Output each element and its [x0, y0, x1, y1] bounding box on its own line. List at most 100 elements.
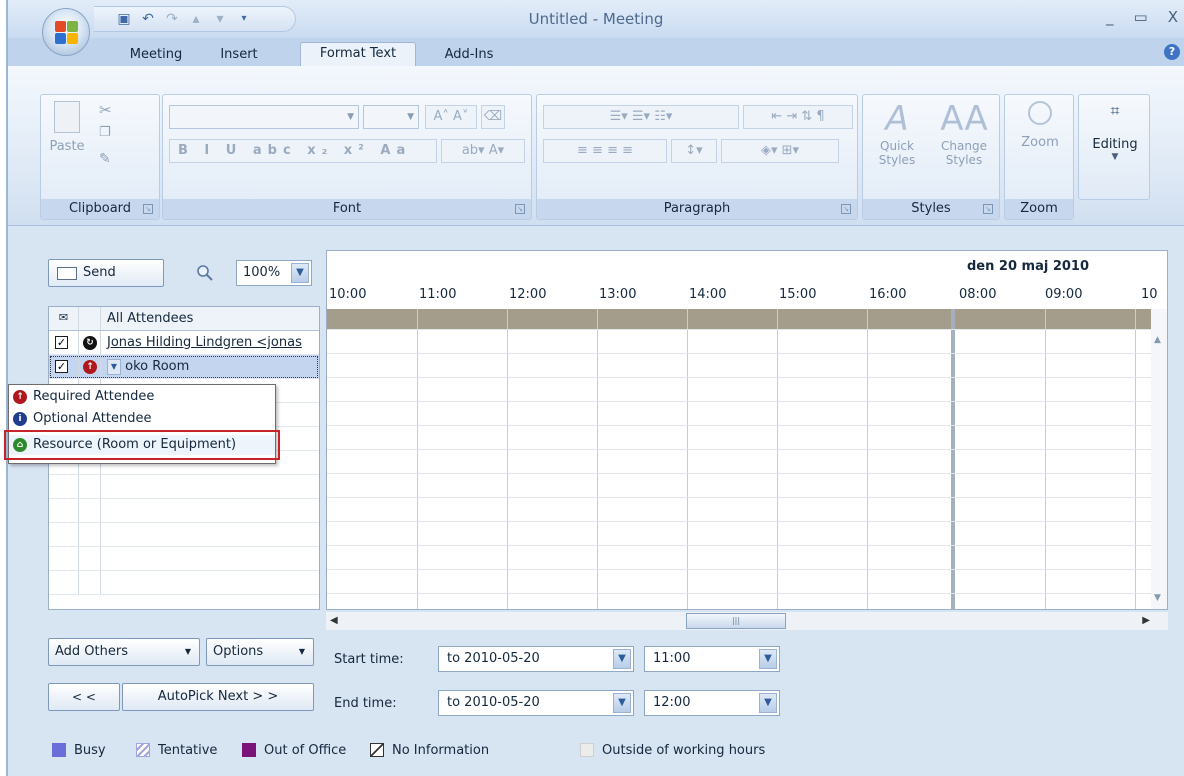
mail-column-icon[interactable]: ✉ — [49, 307, 79, 330]
copy-icon[interactable]: ❐ — [99, 125, 111, 140]
end-time-select[interactable]: 12:00 ▼ — [644, 690, 780, 716]
paste-button[interactable]: Paste — [47, 101, 87, 173]
clipboard-group: Paste ✂ ❐ ✎ Clipboard ↘ — [40, 94, 160, 220]
tab-format-text[interactable]: Format Text — [300, 42, 416, 67]
attendee-row[interactable]: ✓ ↻ Jonas Hilding Lindgren <jonas — [49, 331, 319, 355]
vertical-scrollbar[interactable]: ▲ ▼ — [1151, 309, 1167, 609]
attendee-row-empty[interactable] — [49, 547, 319, 571]
start-time-select[interactable]: 11:00 ▼ — [644, 646, 780, 672]
minimize-button[interactable]: _ — [1106, 8, 1114, 26]
day-separator — [951, 309, 955, 609]
list-icons[interactable]: ☰▾ ☰▾ ☷▾ — [543, 105, 739, 129]
scroll-thumb[interactable]: ||| — [686, 613, 786, 629]
grid-row-line — [327, 569, 1153, 570]
legend-busy-label: Busy — [74, 742, 106, 758]
end-date-select[interactable]: to 2010-05-20 ▼ — [438, 690, 634, 716]
start-date-select[interactable]: to 2010-05-20 ▼ — [438, 646, 634, 672]
chevron-down-icon[interactable]: ▼ — [759, 649, 777, 669]
attendee-type-dropdown-icon[interactable]: ▼ — [107, 358, 121, 375]
dialog-launcher-icon[interactable]: ↘ — [515, 204, 525, 214]
autopick-previous-button[interactable]: < < — [48, 683, 120, 711]
zoom-group-label: Zoom — [1005, 199, 1073, 219]
help-icon[interactable]: ? — [1164, 44, 1180, 60]
zoom-value: 100% — [243, 265, 281, 280]
font-size-combo[interactable]: ▼ — [363, 105, 419, 129]
attendee-type-cell — [79, 571, 101, 594]
grow-shrink-font-icon[interactable]: A˄ A˅ — [425, 105, 477, 129]
menu-item-optional-attendee[interactable]: i Optional Attendee — [9, 409, 275, 429]
close-button[interactable]: X — [1168, 8, 1178, 26]
quick-styles-button[interactable]: A Quick Styles — [865, 99, 929, 167]
alignment-icons[interactable]: ≡ ≡ ≡ ≡ — [543, 139, 667, 163]
zoom-label: Zoom — [1020, 201, 1058, 216]
cut-icon[interactable]: ✂ — [99, 101, 112, 119]
attendee-row-empty[interactable] — [49, 523, 319, 547]
outside-hours-swatch — [580, 743, 594, 757]
indent-sort-icons[interactable]: ⇤ ⇥ ⇅ ¶ — [743, 105, 853, 129]
options-button[interactable]: Options ▼ — [206, 638, 314, 666]
send-button[interactable]: Send — [48, 259, 164, 287]
checkbox-checked[interactable]: ✓ — [55, 360, 68, 373]
zoom-button[interactable]: Zoom — [1009, 99, 1071, 150]
clear-formatting-icon[interactable]: ⌫ — [481, 105, 505, 129]
maximize-button[interactable]: ▭ — [1134, 8, 1148, 26]
font-name-combo[interactable]: ▼ — [169, 105, 359, 129]
tentative-swatch — [136, 743, 150, 757]
line-spacing-icon[interactable]: ↕▾ — [671, 139, 717, 163]
attendee-row-empty[interactable] — [49, 499, 319, 523]
hour-label: 12:00 — [509, 287, 547, 302]
attendee-name: Jonas Hilding Lindgren <jonas — [107, 335, 302, 350]
menu-item-label: Optional Attendee — [33, 411, 152, 426]
menu-item-resource[interactable]: ⌂ Resource (Room or Equipment) — [4, 430, 280, 460]
tab-add-ins[interactable]: Add-Ins — [438, 44, 500, 66]
shading-borders-icons[interactable]: ◈▾ ⊞▾ — [721, 139, 839, 163]
chevron-down-icon[interactable]: ▼ — [759, 693, 777, 713]
dialog-launcher-icon[interactable]: ↘ — [143, 204, 153, 214]
font-formatting-icons[interactable]: B I U abc x₂ x² Aa — [169, 139, 437, 163]
attendee-row-empty[interactable] — [49, 475, 319, 499]
zoom-select[interactable]: 100% ▼ — [236, 260, 312, 286]
scroll-up-icon[interactable]: ▲ — [1154, 335, 1161, 345]
chevron-down-icon[interactable]: ▼ — [613, 693, 631, 713]
grid-row-line — [327, 425, 1153, 426]
scroll-down-icon[interactable]: ▼ — [1154, 593, 1161, 603]
highlight-font-color-icons[interactable]: ab▾ A▾ — [441, 139, 525, 163]
add-others-button[interactable]: Add Others ▼ — [48, 638, 200, 666]
attendee-type-cell: ↑ — [79, 355, 101, 378]
chevron-down-icon[interactable]: ▼ — [613, 649, 631, 669]
tab-meeting[interactable]: Meeting — [118, 44, 194, 66]
menu-item-required-attendee[interactable]: ↑ Required Attendee — [9, 387, 275, 407]
format-painter-icon[interactable]: ✎ — [99, 151, 111, 167]
horizontal-scrollbar[interactable]: ◀ ||| ▶ — [326, 612, 1168, 630]
start-time-value: 11:00 — [653, 651, 691, 666]
title-bar: ▣ ↶ ↷ ▴ ▾ ▾ Untitled - Meeting _ ▭ X — [8, 0, 1184, 38]
free-busy-grid[interactable]: den 20 maj 2010 10:00 11:00 12:00 13:00 … — [326, 250, 1168, 610]
chevron-down-icon: ▼ — [1111, 152, 1119, 162]
attendee-row-empty[interactable] — [49, 571, 319, 595]
scroll-right-icon[interactable]: ▶ — [1142, 615, 1150, 626]
checkbox-checked[interactable]: ✓ — [55, 336, 68, 349]
dialog-launcher-icon[interactable]: ↘ — [983, 204, 993, 214]
scroll-left-icon[interactable]: ◀ — [330, 615, 338, 626]
paste-icon — [54, 101, 80, 133]
quick-styles-icon: A — [885, 99, 909, 139]
resource-icon: ⌂ — [13, 438, 27, 452]
dialog-launcher-icon[interactable]: ↘ — [841, 204, 851, 214]
editing-button[interactable]: ⌗ Editing ▼ — [1083, 101, 1147, 162]
attendee-check-cell — [49, 475, 79, 498]
grid-row-line — [327, 449, 1153, 450]
grid-line — [777, 309, 778, 609]
required-attendee-icon[interactable]: ↑ — [83, 360, 97, 374]
office-button[interactable] — [42, 8, 90, 56]
hour-label: 15:00 — [779, 287, 817, 302]
tab-insert[interactable]: Insert — [214, 44, 264, 66]
autopick-next-button[interactable]: AutoPick Next > > — [122, 683, 314, 711]
grid-line — [867, 309, 868, 609]
change-styles-button[interactable]: AA Change Styles — [931, 99, 997, 167]
attendee-row-selected[interactable]: ✓ ↑ ▼ oko Room — [49, 355, 319, 379]
legend-out-of-office: Out of Office — [242, 740, 346, 760]
grid-line — [1135, 309, 1136, 609]
grid-line — [597, 309, 598, 609]
chevron-down-icon[interactable]: ▼ — [291, 263, 309, 283]
busy-swatch — [52, 743, 66, 757]
